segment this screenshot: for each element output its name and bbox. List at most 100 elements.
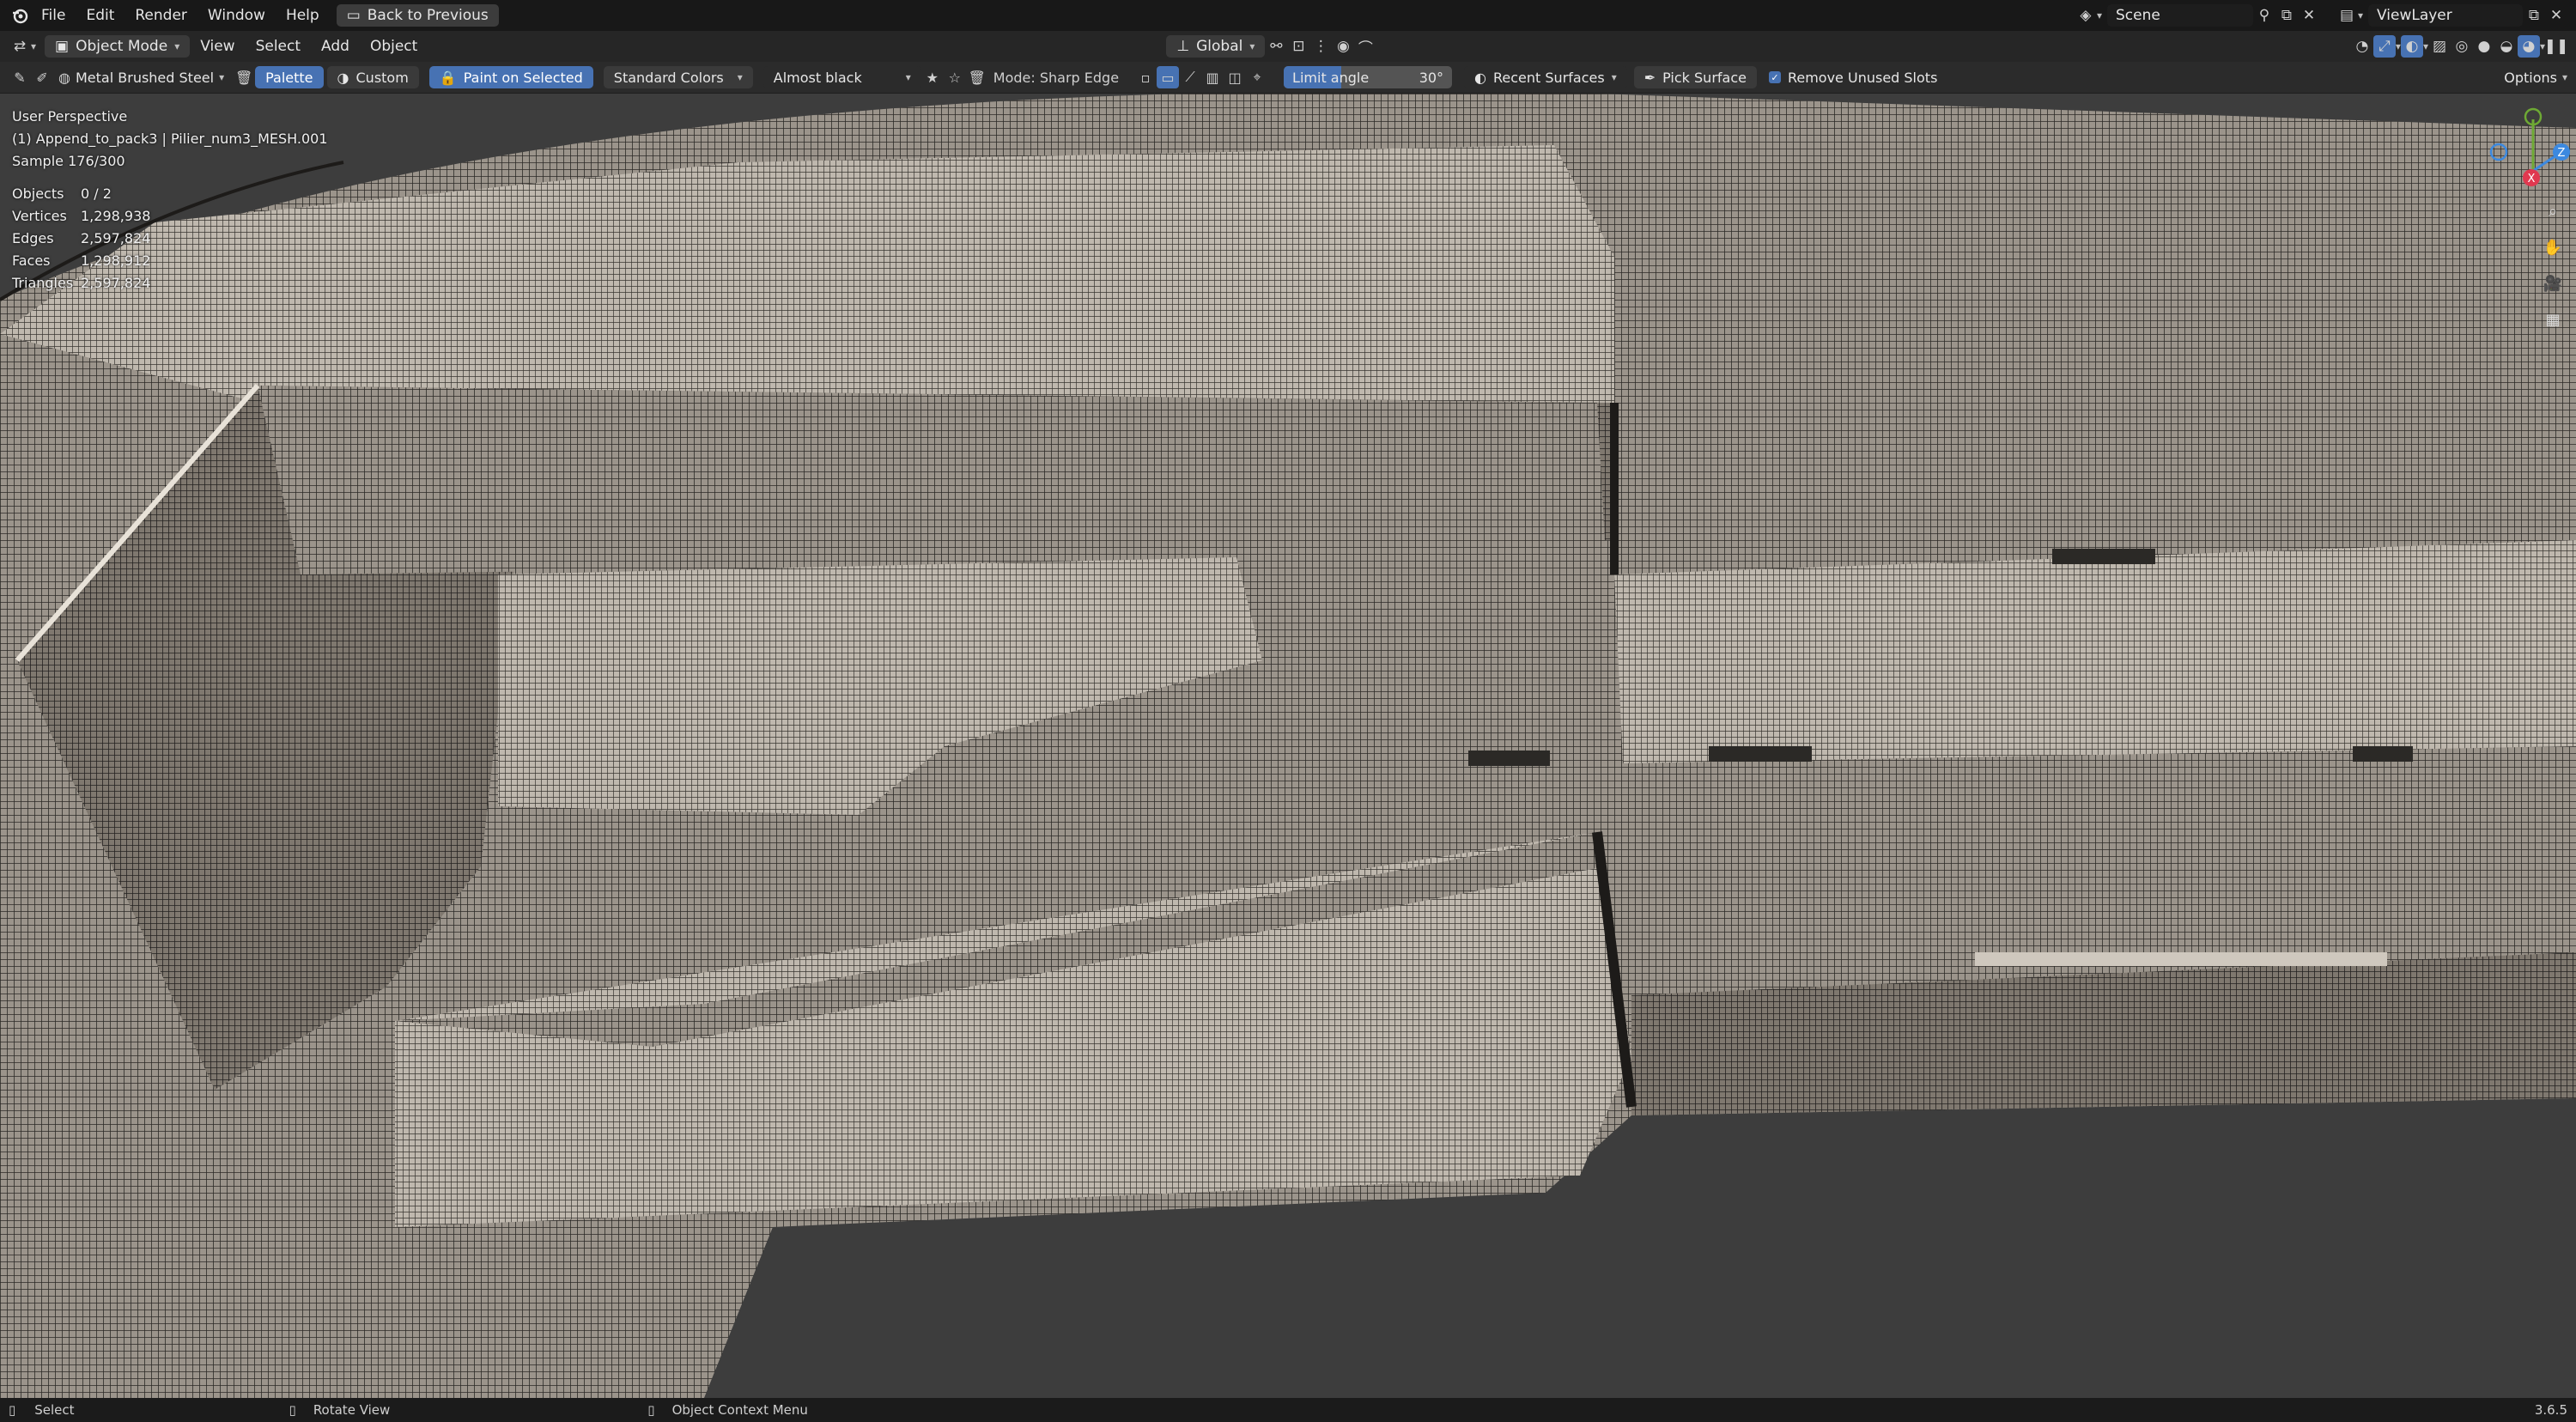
stat-row: Vertices 1,298,938 (12, 208, 151, 224)
color-name-dropdown[interactable]: Almost black ▾ (762, 66, 921, 88)
recent-surfaces-dropdown[interactable]: ◐ Recent Surfaces ▾ (1464, 66, 1627, 88)
tool-header: ✎ ✐ ◍ Metal Brushed Steel ▾ 🗑 Palette ◑ … (0, 62, 2576, 94)
lock-icon: 🔒 (439, 69, 457, 86)
menu-add[interactable]: Add (311, 38, 360, 55)
perspective-label: User Perspective (12, 108, 128, 125)
chevron-down-icon: ▾ (1611, 71, 1617, 83)
proportional-edit-icon[interactable]: ◉ (1332, 35, 1354, 58)
menu-file[interactable]: File (31, 7, 76, 24)
star-outline-icon[interactable]: ☆ (944, 66, 966, 88)
snap-icon[interactable]: ⊡ (1287, 35, 1309, 58)
shading-material-icon[interactable]: ◒ (2495, 35, 2518, 58)
chevron-down-icon: ▾ (1249, 40, 1255, 52)
back-to-previous-button[interactable]: ▭ Back to Previous (336, 4, 499, 27)
z-neg-axis-icon[interactable] (2489, 143, 2508, 161)
material-dropdown[interactable]: Metal Brushed Steel ▾ (76, 70, 224, 86)
new-layer-icon[interactable]: ⧉ (2523, 4, 2545, 27)
pick-surface-button[interactable]: ✒ Pick Surface (1633, 66, 1757, 88)
close-icon[interactable]: ✕ (2545, 4, 2567, 27)
overlay-icon[interactable]: ◐ (2400, 35, 2423, 58)
status-bar: ▯ Select ▯ Rotate View ▯ Object Context … (0, 1398, 2576, 1422)
trash-icon[interactable]: 🗑 (966, 66, 988, 88)
status-context-menu: Object Context Menu (671, 1402, 808, 1418)
pan-hand-icon[interactable]: ✋ (2540, 234, 2566, 260)
screen-icon: ▭ (346, 7, 361, 24)
normal-mode-icon[interactable]: ⌖ (1246, 66, 1268, 88)
menu-window[interactable]: Window (197, 7, 276, 24)
options-dropdown[interactable]: Options ▾ (2504, 70, 2567, 86)
paint-brush-alt-icon[interactable]: ✐ (31, 66, 53, 88)
limit-angle-slider[interactable]: Limit angle 30° (1284, 66, 1453, 88)
scene-field[interactable]: Scene (2106, 4, 2253, 27)
svg-text:X: X (2528, 173, 2536, 185)
edge-mode-icon[interactable]: ▭ (1157, 66, 1180, 88)
select-mode-icon[interactable]: ▫ (1134, 66, 1157, 88)
surface-icon: ◐ (1474, 69, 1487, 86)
falloff-icon[interactable]: ⌒ (1354, 35, 1376, 58)
snap-target-icon[interactable]: ⋮ (1309, 35, 1332, 58)
stat-row: Triangles 2,597,824 (12, 275, 151, 291)
camera-icon[interactable]: 🎥 (2540, 270, 2566, 296)
status-rotate: Rotate View (313, 1402, 391, 1418)
mode-dropdown[interactable]: ▣ Object Mode ▾ (45, 35, 191, 58)
object-info-label: (1) Append_to_pack3 | Pilier_num3_MESH.0… (12, 131, 328, 147)
mesh-render (0, 94, 2576, 1398)
paint-brush-icon[interactable]: ✎ (9, 66, 31, 88)
color-set-dropdown[interactable]: Standard Colors ▾ (603, 66, 753, 88)
mouse-left-icon: ▯ (9, 1402, 16, 1418)
mouse-middle-icon: ▯ (289, 1402, 296, 1418)
view-layer-icon[interactable]: ▤ (2336, 4, 2358, 27)
visibility-icon[interactable]: ◔ (2351, 35, 2373, 58)
shading-wireframe-icon[interactable]: ◎ (2451, 35, 2473, 58)
palette-button[interactable]: Palette (255, 66, 324, 88)
mode-label: Mode: Sharp Edge (993, 69, 1120, 86)
scene-icon[interactable]: ◈ (2075, 4, 2097, 27)
menu-object[interactable]: Object (360, 38, 428, 55)
new-scene-icon[interactable]: ⧉ (2275, 4, 2298, 27)
uv-mode-icon[interactable]: ▥ (1201, 66, 1224, 88)
pause-icon[interactable]: ❚❚ (2544, 35, 2569, 58)
blender-logo-icon[interactable] (9, 4, 31, 27)
editor-type-icon[interactable]: ⇄ (9, 35, 31, 58)
transform-orientation-dropdown[interactable]: ⊥ Global ▾ (1166, 35, 1266, 58)
chevron-down-icon: ▾ (2561, 71, 2567, 83)
view-layer-field[interactable]: ViewLayer (2368, 4, 2523, 27)
navigation-gizmo[interactable]: Z X ⌕ ✋ 🎥 ▦ (2482, 94, 2576, 334)
gizmo-icon[interactable]: ⤢ (2372, 35, 2396, 58)
paint-on-selected-button[interactable]: 🔒 Paint on Selected (428, 66, 593, 88)
pivot-icon[interactable]: ⚯ (1265, 35, 1287, 58)
star-filled-icon[interactable]: ★ (921, 66, 944, 88)
stat-row: Objects 0 / 2 (12, 185, 112, 202)
menu-help[interactable]: Help (276, 7, 330, 24)
3d-viewport[interactable]: User Perspective (1) Append_to_pack3 | P… (0, 94, 2576, 1398)
axis-gizmo[interactable]: Z X (2482, 94, 2576, 188)
mouse-right-icon: ▯ (647, 1402, 655, 1418)
svg-text:Z: Z (2558, 147, 2566, 160)
face-mode-icon[interactable]: ⟋ (1179, 66, 1201, 88)
axis-icon: ⊥ (1176, 38, 1190, 55)
pin-icon[interactable]: ⚲ (2253, 4, 2275, 27)
shading-solid-icon[interactable]: ● (2473, 35, 2495, 58)
close-icon[interactable]: ✕ (2298, 4, 2320, 27)
custom-icon: ◑ (337, 69, 349, 86)
status-select: Select (34, 1402, 75, 1418)
chevron-down-icon: ▾ (2096, 9, 2102, 21)
xray-icon[interactable]: ▨ (2428, 35, 2451, 58)
custom-button[interactable]: ◑ Custom (326, 66, 419, 88)
stat-row: Faces 1,298,912 (12, 252, 151, 269)
remove-unused-slots-toggle[interactable]: ✓ Remove Unused Slots (1768, 70, 1937, 86)
version-label: 3.6.5 (2534, 1402, 2567, 1418)
menu-render[interactable]: Render (125, 7, 197, 24)
sample-label: Sample 176/300 (12, 153, 125, 169)
menu-select[interactable]: Select (246, 38, 311, 55)
menu-edit[interactable]: Edit (76, 7, 125, 24)
eyedropper-icon: ✒ (1643, 69, 1656, 86)
menu-view[interactable]: View (190, 38, 245, 55)
material-icon[interactable]: ◍ (53, 66, 76, 88)
zoom-icon[interactable]: ⌕ (2540, 198, 2566, 224)
trash-icon[interactable]: 🗑 (233, 66, 255, 88)
island-mode-icon[interactable]: ◫ (1224, 66, 1246, 88)
chevron-down-icon: ▾ (219, 71, 225, 83)
shading-rendered-icon[interactable]: ◕ (2517, 35, 2540, 58)
grid-icon[interactable]: ▦ (2540, 307, 2566, 332)
